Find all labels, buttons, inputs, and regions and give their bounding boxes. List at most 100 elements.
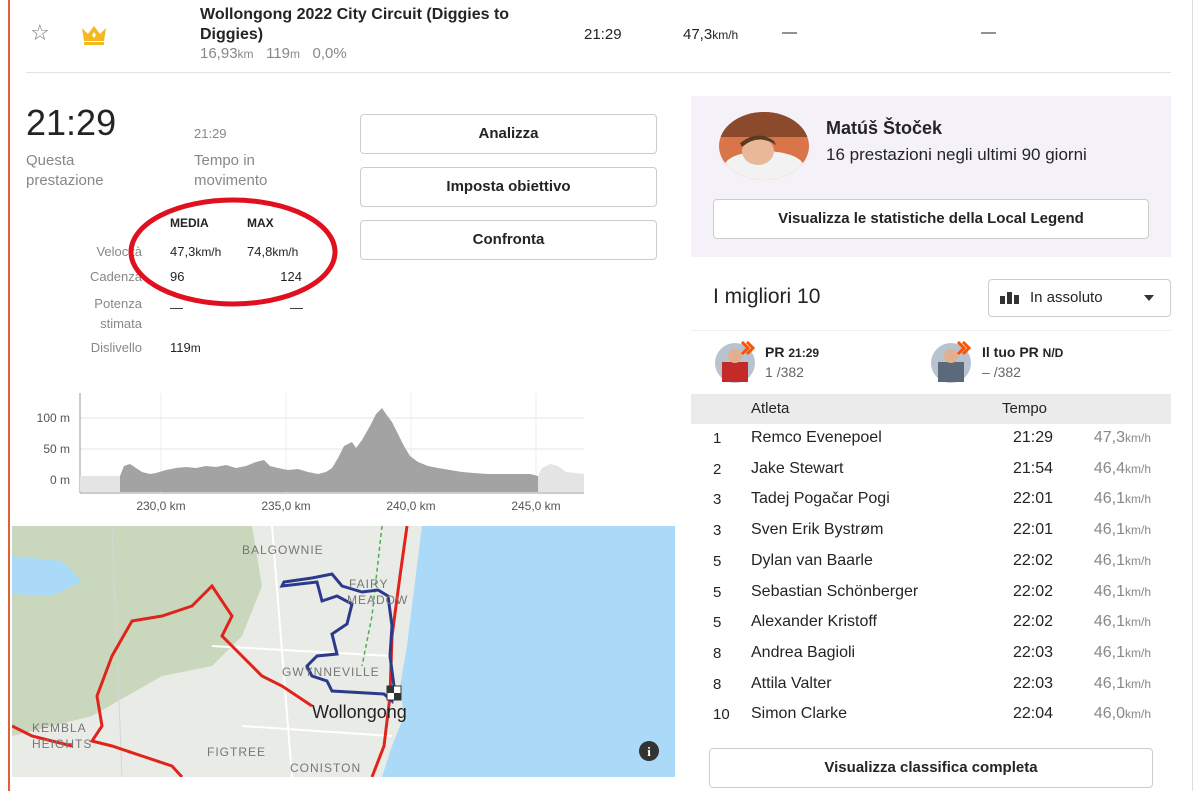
map-label-heights: HEIGHTS [32, 737, 92, 751]
map-label-kembla: KEMBLA [32, 721, 87, 735]
local-legend-avatar[interactable] [718, 111, 810, 181]
local-legend-name[interactable]: Matúš Štoček [826, 118, 942, 139]
row-time[interactable]: 22:04 [993, 705, 1053, 723]
row-speed: 46,1km/h [1071, 613, 1151, 631]
row-rank: 8 [713, 675, 722, 693]
row-speed-unit: km/h [1124, 645, 1151, 660]
right-border [1192, 0, 1193, 791]
row-speed-value: 46,1 [1093, 521, 1125, 539]
row-time[interactable]: 22:01 [993, 521, 1053, 539]
moving-time-label: Tempo in movimento [194, 152, 268, 189]
local-legend-count: 16 prestazioni negli ultimi 90 giorni [826, 145, 1087, 164]
row-speed-value: 46,1 [1093, 582, 1125, 600]
full-leaderboard-button[interactable]: Visualizza classifica completa [709, 748, 1153, 788]
row-rank: 3 [713, 491, 722, 509]
row-time[interactable]: 22:01 [993, 490, 1053, 508]
row-athlete-name[interactable]: Andrea Bagioli [751, 644, 855, 662]
compare-button[interactable]: Confronta [360, 220, 657, 260]
row-athlete-name[interactable]: Sven Erik Bystrøm [751, 521, 883, 539]
row-speed-value: 47,3 [1093, 429, 1125, 446]
segment-elevation: 119 [266, 45, 290, 62]
athlete-column-header[interactable]: Atleta [751, 400, 789, 417]
effort-time: 21:29 [26, 102, 117, 143]
row-speed: 46,0km/h [1071, 705, 1151, 723]
row-athlete-name[interactable]: Alexander Kristoff [751, 613, 877, 631]
y-tick-50: 50 m [43, 442, 70, 456]
row-rank: 1 [713, 430, 722, 447]
chevron-down-icon [1144, 295, 1154, 301]
row-time[interactable]: 22:02 [993, 552, 1053, 570]
map-label-gwynneville: GWYNNEVILLE [282, 665, 380, 679]
row-speed-value: 46,4 [1093, 459, 1125, 477]
row-athlete-name[interactable]: Attila Valter [751, 675, 832, 693]
row-athlete-name[interactable]: Simon Clarke [751, 705, 847, 723]
effort-time-label: Questa prestazione [26, 152, 104, 189]
row-athlete-name[interactable]: Dylan van Baarle [751, 552, 873, 570]
row-rank: 8 [713, 644, 722, 662]
row-time[interactable]: 21:54 [993, 460, 1053, 478]
table-row[interactable]: 1 Remco Evenepoel 21:29 47,3km/h [691, 429, 1171, 459]
table-row[interactable]: 5 Dylan van Baarle 22:02 46,1km/h [691, 552, 1171, 582]
table-row[interactable]: 5 Alexander Kristoff 22:02 46,1km/h [691, 613, 1171, 643]
set-goal-button[interactable]: Imposta obiettivo [360, 167, 657, 207]
row-speed: 46,1km/h [1071, 552, 1151, 570]
row-speed: 46,1km/h [1071, 675, 1151, 693]
table-row[interactable]: 5 Sebastian Schönberger 22:02 46,1km/h [691, 583, 1171, 613]
y-tick-100: 100 m [37, 411, 70, 425]
row-rank: 5 [713, 614, 722, 632]
star-icon[interactable]: ☆ [30, 20, 50, 46]
map-label-coniston: CONISTON [290, 761, 361, 775]
row-speed-unit: km/h [1124, 461, 1151, 476]
chart-bars-icon [1000, 292, 1019, 304]
map-label-wollongong: Wollongong [312, 702, 407, 722]
row-athlete-name[interactable]: Tadej Pogačar Pogi [751, 490, 890, 508]
analyze-button[interactable]: Analizza [360, 114, 657, 154]
elevation-label: Dislivello [90, 340, 142, 355]
local-legend-stats-button[interactable]: Visualizza le statistiche della Local Le… [713, 199, 1149, 239]
time-column-header[interactable]: Tempo [1002, 400, 1047, 417]
elevation-value: 119m [170, 340, 201, 355]
y-tick-0: 0 m [50, 473, 70, 487]
row-speed-value: 46,0 [1093, 705, 1125, 723]
row-speed-value: 46,1 [1093, 551, 1125, 569]
map-label-meadow: MEADOW [347, 593, 408, 607]
pr-left-rank: 1 /382 [765, 364, 804, 380]
segment-stats: 16,93km 119m 0,0% [200, 45, 347, 62]
divider [26, 72, 1171, 73]
x-tick-230: 230,0 km [136, 499, 185, 513]
row-speed-unit: km/h [1124, 584, 1151, 599]
segment-map[interactable]: BALGOWNIE FAIRY MEADOW GWYNNEVILLE KEMBL… [12, 526, 675, 777]
row-rank: 3 [713, 522, 722, 540]
pr-avatar-right [931, 340, 972, 383]
row-time[interactable]: 22:03 [993, 675, 1053, 693]
row-speed-unit: km/h [1124, 553, 1151, 568]
segment-col4: — [981, 24, 996, 41]
x-tick-245: 245,0 km [511, 499, 560, 513]
leaderboard-title: I migliori 10 [713, 285, 821, 308]
segment-name[interactable]: Wollongong 2022 City Circuit (Diggies to… [200, 5, 530, 45]
row-speed-unit: km/h [1124, 492, 1151, 507]
table-row[interactable]: 3 Sven Erik Bystrøm 22:01 46,1km/h [691, 521, 1171, 551]
table-row[interactable]: 10 Simon Clarke 22:04 46,0km/h [691, 705, 1171, 735]
row-athlete-name[interactable]: Remco Evenepoel [751, 429, 882, 447]
row-time[interactable]: 22:02 [993, 583, 1053, 601]
x-tick-235: 235,0 km [261, 499, 310, 513]
segment-time: 21:29 [584, 26, 622, 43]
row-speed-value: 46,1 [1093, 643, 1125, 661]
table-row[interactable]: 8 Andrea Bagioli 22:03 46,1km/h [691, 644, 1171, 674]
x-tick-240: 240,0 km [386, 499, 435, 513]
row-time[interactable]: 21:29 [993, 429, 1053, 447]
row-time[interactable]: 22:03 [993, 644, 1053, 662]
elevation-profile: 100 m 50 m 0 m 230,0 km 235,0 km 240,0 k… [37, 393, 584, 513]
map-label-balgownie: BALGOWNIE [242, 543, 324, 557]
row-athlete-name[interactable]: Sebastian Schönberger [751, 583, 918, 601]
row-rank: 5 [713, 552, 722, 570]
row-speed-unit: km/h [1124, 707, 1151, 722]
row-speed-value: 46,1 [1093, 613, 1125, 631]
row-speed: 46,1km/h [1071, 583, 1151, 601]
row-time[interactable]: 22:02 [993, 613, 1053, 631]
row-athlete-name[interactable]: Jake Stewart [751, 460, 843, 478]
table-row[interactable]: 3 Tadej Pogačar Pogi 22:01 46,1km/h [691, 490, 1171, 520]
table-row[interactable]: 2 Jake Stewart 21:54 46,4km/h [691, 460, 1171, 490]
table-row[interactable]: 8 Attila Valter 22:03 46,1km/h [691, 675, 1171, 705]
